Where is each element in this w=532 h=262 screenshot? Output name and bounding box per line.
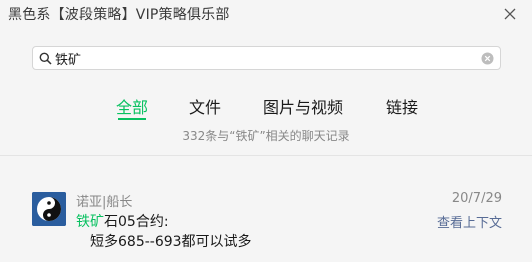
- search-input[interactable]: [55, 49, 475, 67]
- divider: [0, 155, 532, 156]
- title-bar: 黑色系【波段策略】VIP策略俱乐部: [0, 0, 532, 30]
- avatar[interactable]: [32, 192, 66, 226]
- sender-name: 诺亚|船长: [76, 195, 133, 210]
- active-tab-indicator: [118, 118, 146, 120]
- filter-tabs: 全部 文件 图片与视频 链接: [0, 94, 532, 124]
- clear-icon[interactable]: [481, 52, 494, 65]
- search-icon: [39, 52, 52, 65]
- message-line-2: 短多685--693都可以试多: [90, 234, 252, 250]
- view-context-link[interactable]: 查看上下文: [437, 212, 502, 231]
- tab-all[interactable]: 全部: [116, 94, 148, 118]
- close-icon[interactable]: [502, 6, 518, 22]
- result-count: 332条与“铁矿”相关的聊天记录: [182, 129, 350, 143]
- tab-links[interactable]: 链接: [386, 94, 418, 118]
- tab-files[interactable]: 文件: [189, 94, 221, 118]
- yin-yang-avatar: [32, 192, 66, 226]
- message-text: 石05合约:: [104, 214, 169, 230]
- message-date: 20/7/29: [451, 191, 502, 206]
- tab-images-videos[interactable]: 图片与视频: [263, 94, 343, 118]
- keyword-highlight: 铁矿: [76, 214, 104, 230]
- window-title: 黑色系【波段策略】VIP策略俱乐部: [8, 7, 230, 23]
- search-box[interactable]: [32, 46, 501, 70]
- message-line-1: 铁矿石05合约:: [76, 211, 169, 231]
